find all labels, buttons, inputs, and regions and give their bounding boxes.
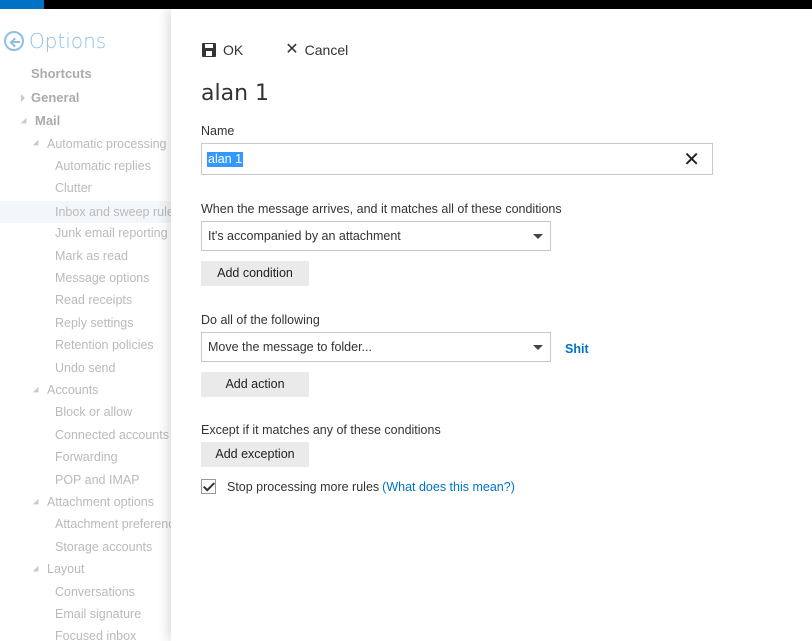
sidebar-item-label: Connected accounts	[55, 427, 169, 442]
target-folder-link[interactable]: Shit	[565, 342, 589, 356]
options-header[interactable]: Options	[4, 29, 106, 53]
chevron-down-icon	[533, 345, 543, 350]
expand-down-icon[interactable]	[32, 139, 42, 149]
help-link[interactable]: (What does this mean?)	[382, 480, 515, 494]
sidebar-item-read-receipts[interactable]: Read receipts	[55, 293, 132, 307]
expand-right-icon[interactable]	[21, 94, 25, 103]
sidebar-item-layout[interactable]: Layout	[32, 562, 85, 577]
stop-processing-label[interactable]: Stop processing more rules	[227, 480, 379, 494]
sidebar-item-label: Attachment preferences	[55, 517, 172, 532]
add-condition-button[interactable]: Add condition	[201, 261, 309, 286]
sidebar-item-conversations[interactable]: Conversations	[55, 585, 135, 599]
sidebar-item-label: Retention policies	[55, 338, 154, 353]
sidebar-item-label: Forwarding	[55, 450, 118, 465]
rule-name-input[interactable]: alan 1 ✕	[201, 143, 713, 175]
close-icon: ✕	[285, 41, 299, 58]
add-exception-button[interactable]: Add exception	[201, 442, 309, 467]
sidebar-item-clutter[interactable]: Clutter	[55, 181, 92, 195]
sidebar-item-label: Mark as read	[55, 248, 128, 263]
sidebar-item-mark-as-read[interactable]: Mark as read	[55, 249, 128, 263]
rule-name-value: alan 1	[207, 152, 244, 167]
sidebar-item-label: Junk email reporting	[55, 226, 168, 241]
sidebar-item-retention-policies[interactable]: Retention policies	[55, 338, 154, 352]
chevron-down-icon	[533, 234, 543, 239]
sidebar-item-mail[interactable]: Mail	[20, 113, 61, 128]
exceptions-label: Except if it matches any of these condit…	[201, 423, 441, 437]
sidebar-item-email-signature[interactable]: Email signature	[55, 607, 141, 621]
sidebar-item-label: Reply settings	[55, 315, 134, 330]
sidebar-item-label: Mail	[35, 113, 61, 128]
sidebar-item-automatic-replies[interactable]: Automatic replies	[55, 159, 151, 173]
ok-label: OK	[223, 42, 244, 58]
condition-value: It's accompanied by an attachment	[208, 229, 401, 243]
sidebar-item-connected-accounts[interactable]: Connected accounts	[55, 428, 169, 442]
cancel-label: Cancel	[304, 42, 349, 58]
back-arrow-icon[interactable]	[4, 31, 24, 51]
action-value: Move the message to folder...	[208, 340, 372, 354]
sidebar-item-reply-settings[interactable]: Reply settings	[55, 316, 134, 330]
sidebar-item-label: Conversations	[55, 584, 135, 599]
sidebar-item-label: Undo send	[55, 360, 116, 375]
sidebar-item-pop-and-imap[interactable]: POP and IMAP	[55, 473, 140, 487]
conditions-label: When the message arrives, and it matches…	[201, 202, 562, 216]
sidebar-item-label: Read receipts	[55, 293, 133, 308]
add-action-button[interactable]: Add action	[201, 372, 309, 397]
rule-editor-panel: OK ✕ Cancel alan 1 Name alan 1 ✕ When th…	[171, 9, 812, 641]
sidebar-item-label: Focused inbox	[55, 629, 137, 641]
sidebar-item-label: Block or allow	[55, 405, 133, 420]
sidebar-item-attachment-preferences[interactable]: Attachment preferences	[55, 517, 172, 531]
sidebar-item-label: Shortcuts	[31, 66, 92, 81]
options-title: Options	[29, 29, 107, 53]
command-bar: OK ✕ Cancel	[202, 42, 390, 58]
cancel-button[interactable]: ✕ Cancel	[285, 41, 349, 59]
stop-processing-checkbox[interactable]	[201, 479, 216, 494]
sidebar-item-focused-inbox[interactable]: Focused inbox	[55, 629, 136, 641]
sidebar-item-inbox-and-sweep-rules[interactable]: Inbox and sweep rules	[0, 200, 172, 223]
sidebar-item-label: Automatic replies	[55, 158, 151, 173]
options-sidebar: Options Shortcuts General Mail Automatic pr…	[0, 9, 172, 641]
sidebar-item-accounts[interactable]: Accounts	[32, 382, 99, 397]
app-launcher-accent[interactable]	[0, 0, 44, 9]
sidebar-item-label: Message options	[55, 270, 150, 285]
sidebar-item-junk-email-reporting[interactable]: Junk email reporting	[55, 226, 168, 240]
sidebar-item-undo-send[interactable]: Undo send	[55, 361, 115, 375]
expand-down-icon[interactable]	[32, 565, 42, 575]
action-dropdown[interactable]: Move the message to folder...	[201, 332, 551, 362]
sidebar-item-block-or-allow[interactable]: Block or allow	[55, 405, 132, 419]
sidebar-item-label: Clutter	[55, 181, 92, 196]
sidebar-item-label: Inbox and sweep rules	[55, 204, 172, 219]
sidebar-item-label: Attachment options	[47, 494, 155, 509]
sidebar-item-attachment-options[interactable]: Attachment options	[32, 494, 155, 509]
save-icon	[202, 43, 216, 57]
sidebar-item-storage-accounts[interactable]: Storage accounts	[55, 540, 152, 554]
sidebar-item-shortcuts[interactable]: Shortcuts	[31, 66, 92, 81]
sidebar-item-forwarding[interactable]: Forwarding	[55, 450, 118, 464]
sidebar-item-label: Email signature	[55, 606, 142, 621]
sidebar-item-label: Accounts	[47, 382, 99, 397]
sidebar-item-label: Automatic processing	[47, 136, 167, 151]
name-label: Name	[201, 124, 235, 138]
sidebar-item-label: POP and IMAP	[55, 472, 140, 487]
expand-down-icon[interactable]	[32, 498, 42, 507]
expand-down-icon[interactable]	[20, 117, 30, 126]
sidebar-item-label: General	[31, 89, 80, 105]
actions-label: Do all of the following	[201, 313, 320, 327]
top-bar	[0, 0, 812, 9]
ok-button[interactable]: OK	[202, 42, 243, 58]
stop-processing-row: Stop processing more rules (What does th…	[201, 479, 515, 494]
clear-icon[interactable]: ✕	[683, 150, 700, 170]
sidebar-item-label: Storage accounts	[55, 539, 153, 554]
condition-dropdown[interactable]: It's accompanied by an attachment	[201, 221, 551, 251]
sidebar-item-automatic-processing[interactable]: Automatic processing	[32, 136, 167, 151]
sidebar-item-message-options[interactable]: Message options	[55, 271, 150, 285]
sidebar-item-label: Layout	[47, 562, 85, 577]
expand-down-icon[interactable]	[32, 386, 42, 395]
sidebar-item-general[interactable]: General	[21, 90, 79, 105]
page-title: alan 1	[201, 81, 270, 106]
